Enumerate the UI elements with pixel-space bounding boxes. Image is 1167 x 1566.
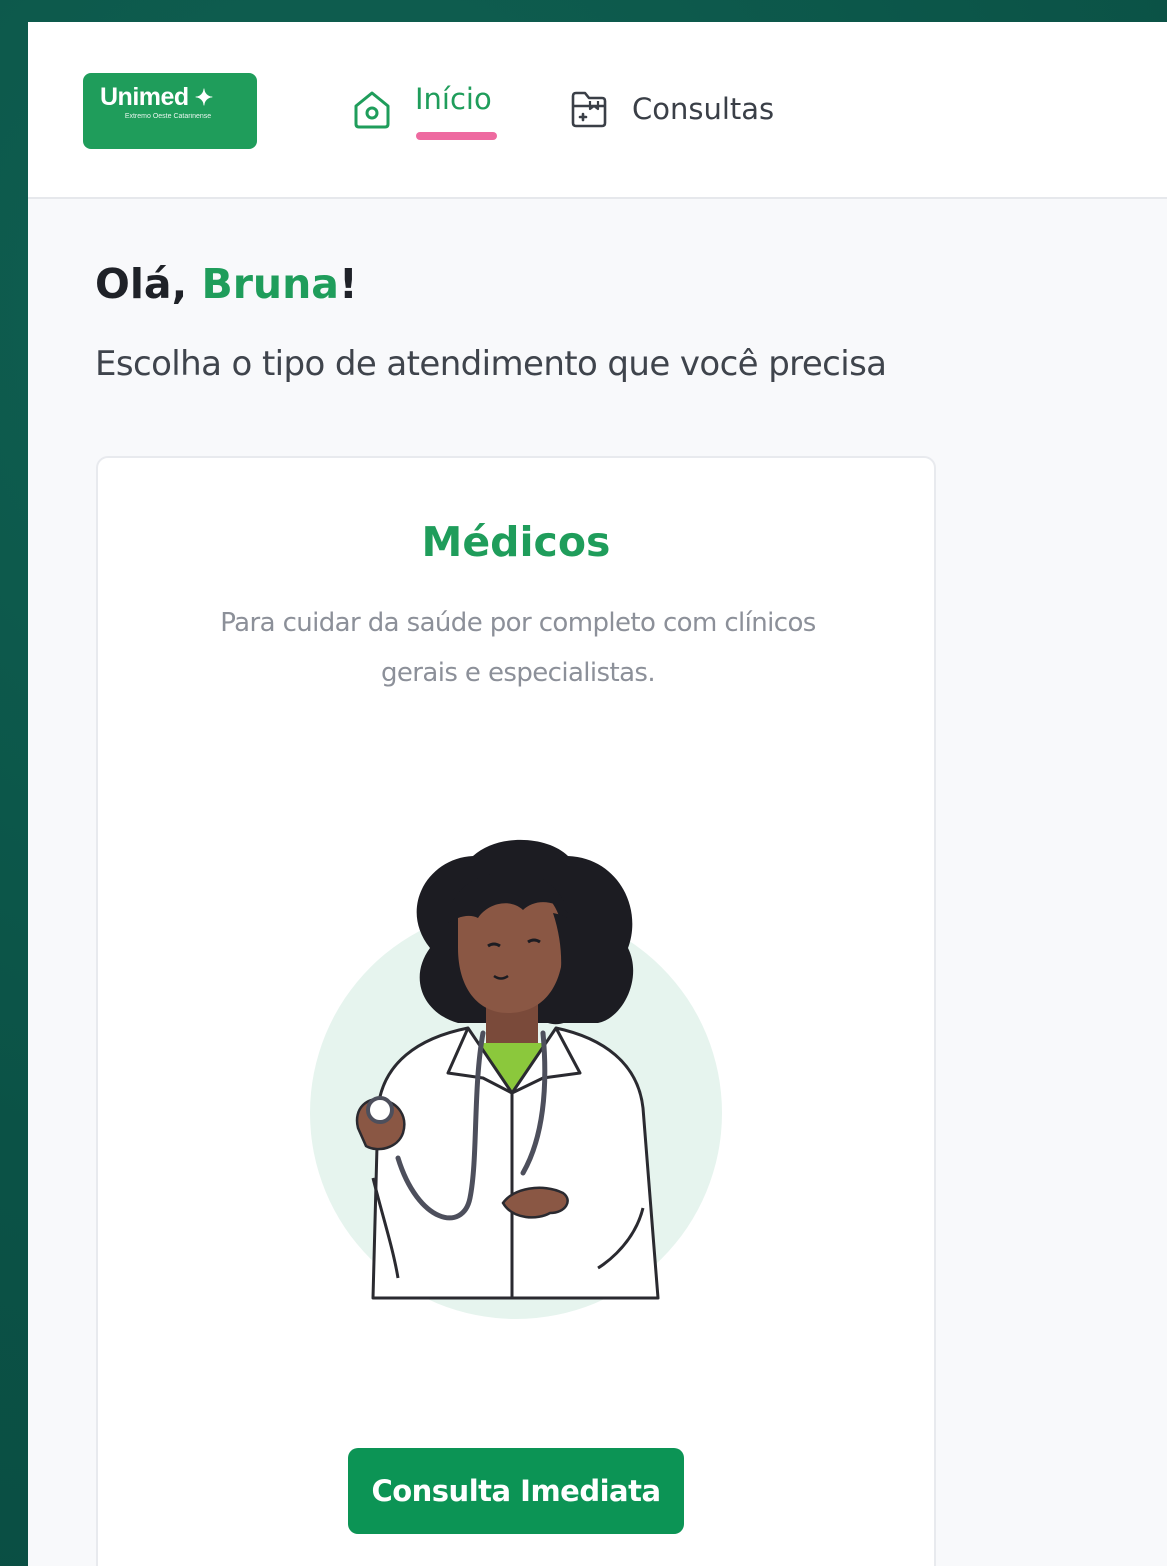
doctor-illustration [310,839,722,1319]
nav-item-consultas[interactable]: Consultas [568,74,774,144]
app-window: Unimed ✦ Extremo Oeste Catarinense Início… [28,22,1167,1566]
greeting-prefix: Olá, [95,260,202,308]
consulta-imediata-button[interactable]: Consulta Imediata [348,1448,684,1534]
nav-label-inicio: Início [415,82,492,116]
service-card-medicos: Médicos Para cuidar da saúde por complet… [96,456,936,1566]
page-subtitle: Escolha o tipo de atendimento que você p… [95,344,887,384]
card-title: Médicos [421,518,611,566]
nav-item-inicio[interactable]: Início [351,74,497,144]
logo-wordmark: Unimed ✦ [100,83,213,111]
card-description: Para cuidar da saúde por completo com cl… [220,608,816,688]
greeting-heading: Olá, Bruna! [95,260,358,308]
unimed-logo[interactable]: Unimed ✦ Extremo Oeste Catarinense [83,73,257,149]
user-name: Bruna [201,260,339,308]
top-navigation-bar: Unimed ✦ Extremo Oeste Catarinense Início… [28,22,1167,199]
greeting-suffix: ! [338,260,358,308]
medical-folder-icon [571,91,607,128]
logo-subtitle: Extremo Oeste Catarinense [124,113,212,120]
home-icon [354,91,390,129]
active-tab-indicator [416,132,497,140]
nav-label-consultas: Consultas [632,92,775,126]
logo-symbol-icon: ✦ [194,85,213,110]
